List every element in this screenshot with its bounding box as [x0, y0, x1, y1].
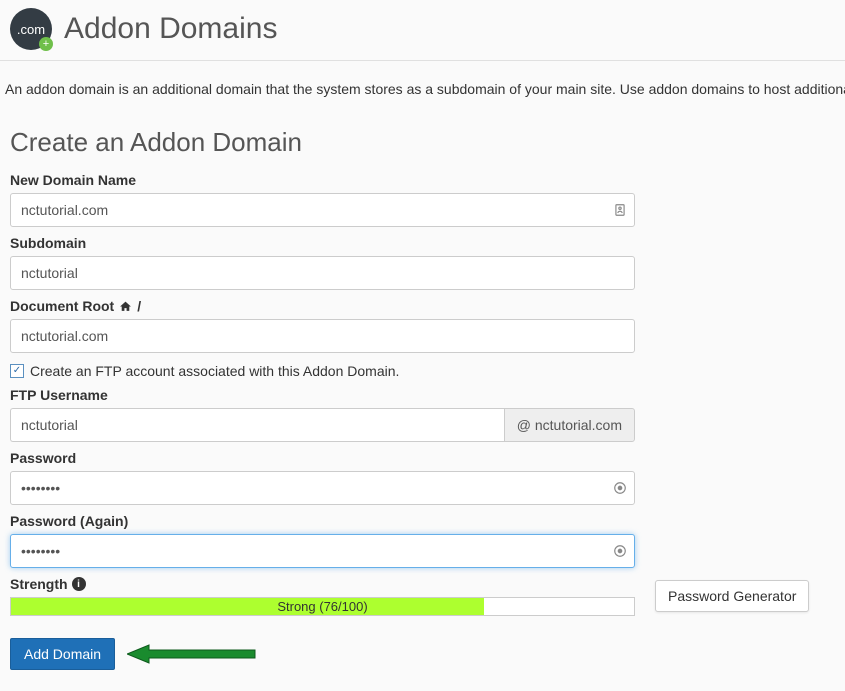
pointer-arrow-icon: [127, 643, 257, 665]
addon-domains-icon: .com +: [10, 8, 52, 50]
doc-root-input[interactable]: [10, 319, 635, 353]
icon-text: .com: [17, 22, 45, 37]
home-icon: [118, 300, 133, 313]
plus-badge-icon: +: [39, 37, 53, 51]
ftp-username-suffix: @ nctutorial.com: [504, 408, 635, 442]
new-domain-input[interactable]: [10, 193, 635, 227]
strength-label: Strength: [10, 576, 68, 592]
create-ftp-checkbox[interactable]: ✓: [10, 364, 24, 378]
doc-root-label: Document Root: [10, 298, 114, 314]
page-title: Addon Domains: [64, 12, 277, 46]
strength-meter: Strong (76/100): [10, 597, 635, 616]
ftp-username-label: FTP Username: [10, 387, 835, 403]
page-description: An addon domain is an additional domain …: [0, 61, 845, 97]
contact-card-icon: [613, 203, 627, 217]
password-generator-button[interactable]: Password Generator: [655, 580, 809, 612]
subdomain-label: Subdomain: [10, 235, 835, 251]
create-ftp-label: Create an FTP account associated with th…: [30, 363, 399, 379]
strength-text: Strong (76/100): [11, 598, 634, 615]
subdomain-input[interactable]: [10, 256, 635, 290]
doc-root-suffix: /: [137, 298, 141, 314]
password-label: Password: [10, 450, 835, 466]
password-again-label: Password (Again): [10, 513, 835, 529]
reveal-password-icon[interactable]: [613, 481, 627, 495]
reveal-password-again-icon[interactable]: [613, 544, 627, 558]
add-domain-button[interactable]: Add Domain: [10, 638, 115, 670]
password-input[interactable]: [10, 471, 635, 505]
info-icon[interactable]: i: [72, 577, 86, 591]
section-title: Create an Addon Domain: [0, 97, 845, 164]
password-again-input[interactable]: [10, 534, 635, 568]
new-domain-label: New Domain Name: [10, 172, 835, 188]
ftp-username-input[interactable]: [10, 408, 504, 442]
